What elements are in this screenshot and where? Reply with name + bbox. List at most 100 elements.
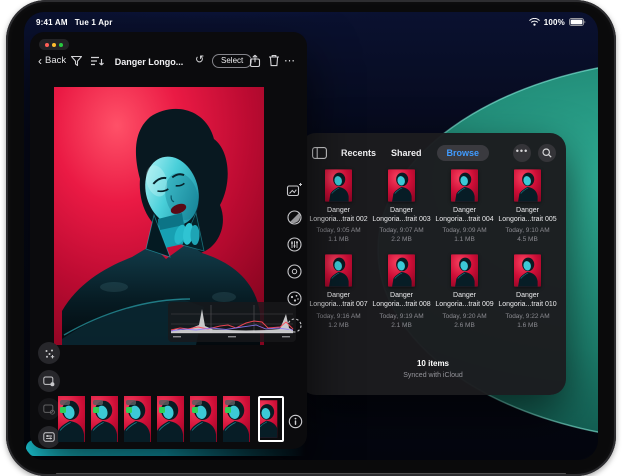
window-controls[interactable] xyxy=(39,39,69,50)
trash-icon[interactable] xyxy=(268,54,280,67)
file-card[interactable]: DangerLongoria...trait 005 Today, 9:10 A… xyxy=(496,169,559,244)
file-grid: DangerLongoria...trait 002 Today, 9:05 A… xyxy=(307,169,559,330)
wifi-icon xyxy=(529,18,540,26)
browser-tabs: Recents Shared Browse xyxy=(341,145,489,161)
filmstrip-toggle-button[interactable] xyxy=(38,426,60,448)
file-thumbnail xyxy=(514,254,541,287)
duplicate-panel-button[interactable] xyxy=(38,398,60,420)
panel-gear-icon xyxy=(43,376,55,387)
file-card[interactable]: DangerLongoria...trait 007 Today, 9:16 A… xyxy=(307,254,370,329)
file-name: DangerLongoria...trait 003 xyxy=(370,206,433,224)
file-meta: Today, 9:16 AM1.2 MB xyxy=(307,312,370,330)
close-window-icon xyxy=(45,43,49,47)
status-time: 9:41 AM xyxy=(36,18,68,27)
file-meta: Today, 9:05 AM1.1 MB xyxy=(307,226,370,244)
synced-badge xyxy=(225,407,231,413)
magic-dots-icon xyxy=(44,348,55,359)
search-button[interactable] xyxy=(538,144,556,162)
editing-tools xyxy=(282,182,306,334)
undo-button[interactable]: ↺ xyxy=(195,53,204,66)
ipad-screen: 9:41 AM Tue 1 Apr 100% xyxy=(24,12,598,460)
search-icon xyxy=(542,148,552,158)
filmstrip-thumbnail-selected[interactable] xyxy=(258,396,284,442)
file-meta: Today, 9:10 AM4.5 MB xyxy=(496,226,559,244)
auto-enhance-button[interactable] xyxy=(38,342,60,364)
file-meta: Today, 9:09 AM1.1 MB xyxy=(433,226,496,244)
edit-count-badge xyxy=(225,400,235,405)
minimize-window-icon xyxy=(52,43,56,47)
canvas-side-buttons xyxy=(38,342,60,448)
panel-badge-icon xyxy=(43,404,55,415)
sidebar-toggle-icon[interactable] xyxy=(312,147,327,159)
back-button[interactable]: ‹ Back xyxy=(38,55,66,66)
filmstrip-thumbnail[interactable] xyxy=(91,396,122,442)
file-name: DangerLongoria...trait 002 xyxy=(307,206,370,224)
share-icon[interactable] xyxy=(249,54,261,68)
battery-icon xyxy=(569,18,586,26)
filmstrip-thumbnail[interactable] xyxy=(124,396,155,442)
document-title: Danger Longo... xyxy=(112,57,186,67)
synced-badge xyxy=(60,407,66,413)
file-thumbnail xyxy=(388,169,415,202)
sync-status: Synced with iCloud xyxy=(300,372,566,379)
more-menu-button[interactable]: ⋯ xyxy=(284,54,296,67)
repair-icon[interactable] xyxy=(286,263,303,280)
filter-icon[interactable] xyxy=(70,55,83,68)
file-card[interactable]: DangerLongoria...trait 004 Today, 9:09 A… xyxy=(433,169,496,244)
ellipsis-icon: ⋯ xyxy=(284,55,296,67)
retouch-icon[interactable] xyxy=(286,290,303,307)
item-count: 10 items xyxy=(300,359,566,368)
file-card[interactable]: DangerLongoria...trait 003 Today, 9:07 A… xyxy=(370,169,433,244)
file-meta: Today, 9:20 AM2.6 MB xyxy=(433,312,496,330)
filters-icon[interactable] xyxy=(286,209,303,226)
edit-count-badge xyxy=(159,400,169,405)
filmstrip-thumbnail[interactable] xyxy=(190,396,221,442)
zoom-window-icon xyxy=(59,43,63,47)
more-options-button[interactable]: ••• xyxy=(513,144,531,162)
filmstrip xyxy=(58,394,286,444)
status-date: Tue 1 Apr xyxy=(75,18,113,27)
synced-badge xyxy=(192,407,198,413)
browser-footer: 10 items Synced with iCloud xyxy=(300,359,566,379)
ipad-frame: 9:41 AM Tue 1 Apr 100% xyxy=(6,0,616,476)
filmstrip-thumbnail[interactable] xyxy=(157,396,188,442)
select-button[interactable]: Select xyxy=(212,54,252,68)
file-card[interactable]: DangerLongoria...trait 009 Today, 9:20 A… xyxy=(433,254,496,329)
tab-browse[interactable]: Browse xyxy=(437,145,490,161)
edit-count-badge xyxy=(192,400,202,405)
chevron-left-icon: ‹ xyxy=(38,56,42,66)
files-browser-panel: Recents Shared Browse ••• xyxy=(300,133,566,395)
file-name: DangerLongoria...trait 010 xyxy=(496,291,559,309)
file-card[interactable]: DangerLongoria...trait 010 Today, 9:22 A… xyxy=(496,254,559,329)
filmstrip-thumbnail[interactable] xyxy=(58,396,89,442)
browser-header: Recents Shared Browse ••• xyxy=(312,142,556,164)
file-name: DangerLongoria...trait 007 xyxy=(307,291,370,309)
file-name: DangerLongoria...trait 008 xyxy=(370,291,433,309)
enhance-icon[interactable] xyxy=(286,182,303,199)
file-meta: Today, 9:19 AM2.1 MB xyxy=(370,312,433,330)
file-name: DangerLongoria...trait 009 xyxy=(433,291,496,309)
tab-shared[interactable]: Shared xyxy=(391,148,422,158)
info-icon[interactable] xyxy=(288,414,303,429)
sort-icon[interactable] xyxy=(90,55,105,68)
adjust-icon[interactable] xyxy=(286,236,303,253)
edit-count-badge xyxy=(93,400,103,405)
back-label: Back xyxy=(45,55,66,66)
slider-panel-icon xyxy=(43,432,55,442)
battery-percent: 100% xyxy=(544,18,565,27)
synced-badge xyxy=(159,407,165,413)
export-settings-button[interactable] xyxy=(38,370,60,392)
histogram-panel xyxy=(168,302,296,342)
file-card[interactable]: DangerLongoria...trait 008 Today, 9:19 A… xyxy=(370,254,433,329)
tab-recents[interactable]: Recents xyxy=(341,148,376,158)
synced-badge xyxy=(93,407,99,413)
filmstrip-thumbnail[interactable] xyxy=(223,396,254,442)
file-name: DangerLongoria...trait 005 xyxy=(496,206,559,224)
edit-count-badge xyxy=(126,400,136,405)
file-thumbnail xyxy=(514,169,541,202)
file-meta: Today, 9:22 AM1.6 MB xyxy=(496,312,559,330)
marketing-canvas: 9:41 AM Tue 1 Apr 100% xyxy=(0,0,622,476)
file-card[interactable]: DangerLongoria...trait 002 Today, 9:05 A… xyxy=(307,169,370,244)
select-subject-icon[interactable] xyxy=(286,317,303,334)
file-thumbnail xyxy=(451,254,478,287)
